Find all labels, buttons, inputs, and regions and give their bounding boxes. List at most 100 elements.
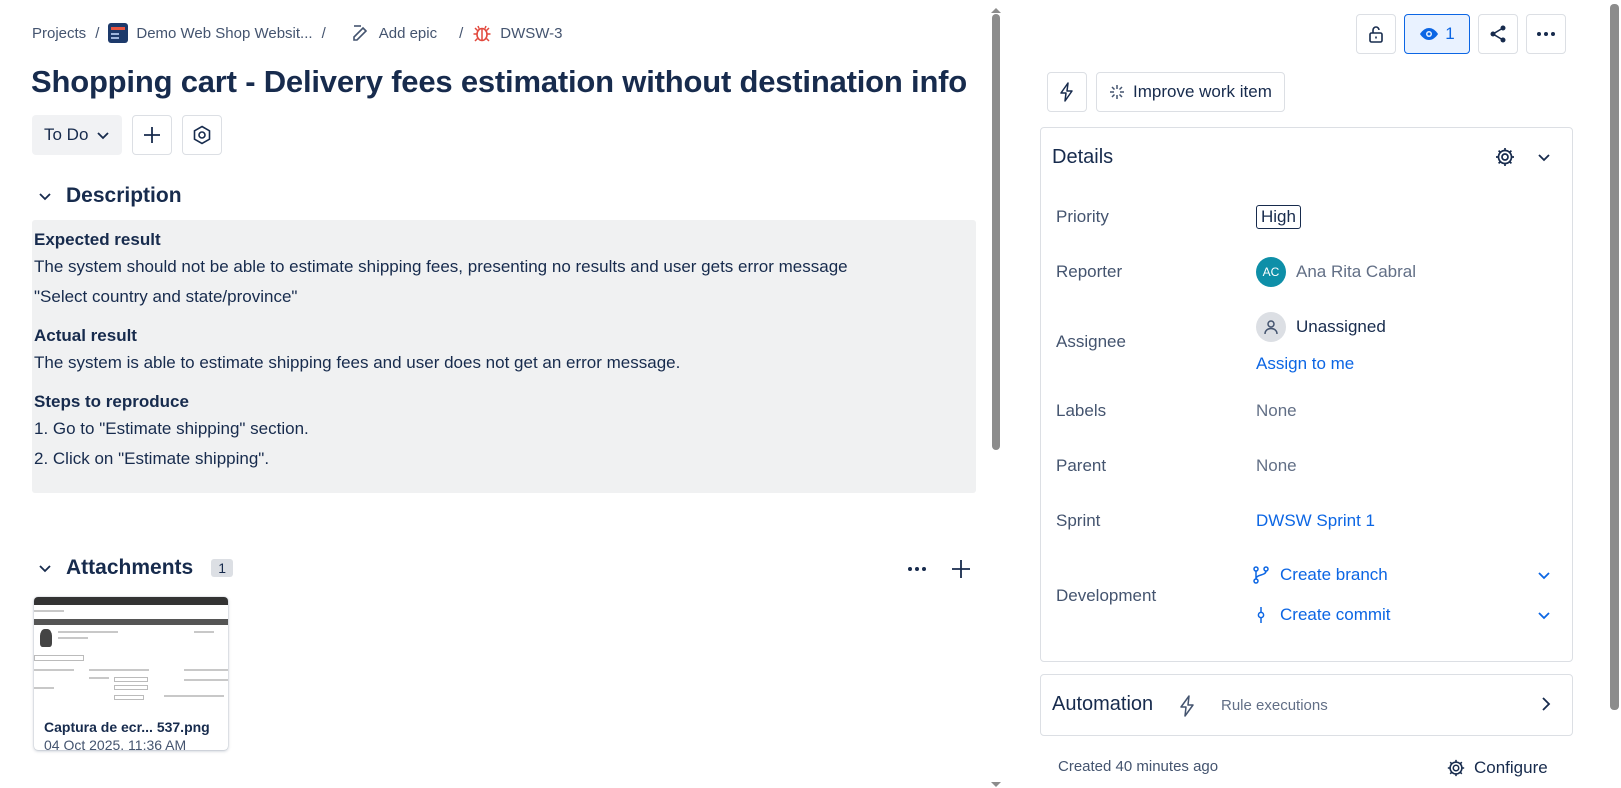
- sprint-link[interactable]: DWSW Sprint 1: [1256, 511, 1375, 531]
- attachment-filename: Captura de ecr... 537.png: [44, 719, 210, 735]
- eye-icon: [1420, 28, 1439, 40]
- apps-button[interactable]: [182, 115, 223, 155]
- page-title: Shopping cart - Delivery fees estimation…: [31, 64, 968, 99]
- chevron-down-icon[interactable]: [1536, 149, 1552, 165]
- details-heading[interactable]: Details: [1052, 146, 1113, 169]
- breadcrumb-project[interactable]: Demo Web Shop Websit...: [108, 23, 313, 43]
- chevron-down-icon: [1538, 612, 1550, 620]
- description-body[interactable]: Expected result The system should not be…: [32, 220, 976, 493]
- automation-button[interactable]: [1047, 72, 1087, 112]
- breadcrumb-issue-key[interactable]: DWSW-3: [472, 23, 563, 43]
- main-scrollbar[interactable]: [990, 8, 1002, 788]
- issue-main-pane: Projects / Demo Web Shop Websit... / Add…: [0, 0, 990, 788]
- automation-heading: Automation: [1052, 693, 1154, 715]
- create-branch-row[interactable]: Create branch: [1252, 565, 1552, 585]
- breadcrumb-separator: /: [321, 24, 326, 42]
- share-button[interactable]: [1478, 14, 1518, 54]
- priority-field[interactable]: High: [1256, 205, 1301, 229]
- gear-icon[interactable]: [1494, 146, 1516, 168]
- actual-result-heading: Actual result: [34, 326, 137, 345]
- more-icon[interactable]: [906, 558, 928, 580]
- step-item: 2. Click on "Estimate shipping".: [34, 449, 270, 468]
- attachment-thumbnail: [34, 597, 228, 709]
- sidebar-scrollbar[interactable]: [1607, 0, 1621, 788]
- branch-icon: [1253, 566, 1269, 584]
- lightning-icon: [1060, 82, 1073, 102]
- lightning-icon: [1180, 695, 1194, 717]
- assign-to-me-link[interactable]: Assign to me: [1256, 354, 1354, 374]
- hexagon-settings-icon: [194, 125, 211, 145]
- add-button[interactable]: [132, 115, 173, 155]
- expected-result-heading: Expected result: [34, 230, 161, 249]
- unlock-icon: [1369, 26, 1383, 43]
- bug-icon: [473, 25, 491, 42]
- share-icon: [1490, 25, 1506, 43]
- chevron-down-icon: [97, 132, 110, 140]
- improve-label: Improve work item: [1133, 82, 1272, 101]
- attachments-tools: [906, 558, 972, 580]
- configure-button[interactable]: Configure: [1446, 758, 1548, 778]
- chevron-right-icon: [1542, 697, 1551, 711]
- watch-button[interactable]: 1: [1404, 14, 1470, 54]
- attachments-count-badge: 1: [211, 559, 233, 577]
- chevron-down-icon: [39, 565, 51, 573]
- assignee-label: Assignee: [1056, 332, 1126, 351]
- more-actions-button[interactable]: [1526, 14, 1566, 54]
- improve-work-item-button[interactable]: Improve work item: [1096, 72, 1285, 112]
- issue-key-label: DWSW-3: [500, 24, 563, 42]
- add-epic-label: Add epic: [378, 24, 438, 42]
- breadcrumb-separator: /: [95, 24, 100, 42]
- attachment-date: 04 Oct 2025, 11:36 AM: [44, 737, 187, 750]
- breadcrumb-project-label: Demo Web Shop Websit...: [136, 24, 313, 42]
- sparkle-icon: [1110, 85, 1124, 99]
- automation-panel[interactable]: Automation Rule executions: [1040, 674, 1573, 736]
- edit-icon: [352, 25, 367, 41]
- actual-result-line: The system is able to estimate shipping …: [34, 353, 681, 372]
- unassigned-avatar-icon: [1256, 312, 1286, 342]
- breadcrumb-separator: /: [459, 24, 464, 42]
- reporter-label: Reporter: [1056, 262, 1123, 281]
- parent-value[interactable]: None: [1256, 456, 1297, 476]
- expected-result-line: "Select country and state/province": [34, 287, 298, 306]
- description-header[interactable]: Description: [38, 184, 182, 208]
- configure-label: Configure: [1474, 758, 1548, 777]
- plus-icon[interactable]: [950, 558, 972, 580]
- created-timestamp: Created 40 minutes ago: [1058, 758, 1219, 775]
- breadcrumb-projects[interactable]: Projects: [32, 25, 86, 42]
- development-label: Development: [1056, 586, 1157, 605]
- attachment-card[interactable]: Captura de ecr... 537.png 04 Oct 2025, 1…: [34, 597, 228, 750]
- breadcrumb: Projects / Demo Web Shop Websit... / Add…: [32, 22, 563, 44]
- status-dropdown[interactable]: To Do: [32, 115, 123, 155]
- add-epic-button[interactable]: Add epic: [351, 23, 437, 43]
- status-label: To Do: [44, 125, 89, 144]
- assignee-field[interactable]: Unassigned: [1256, 312, 1386, 342]
- reporter-name: Ana Rita Cabral: [1296, 262, 1417, 281]
- attachments-header[interactable]: Attachments 1: [38, 556, 233, 580]
- priority-label: Priority: [1056, 207, 1109, 226]
- restrictions-button[interactable]: [1356, 14, 1396, 54]
- watch-count: 1: [1445, 24, 1455, 43]
- sprint-label: Sprint: [1056, 511, 1101, 530]
- gear-icon: [1447, 759, 1465, 777]
- plus-icon: [144, 127, 161, 143]
- issue-top-actions: 1: [1356, 14, 1566, 54]
- steps-heading: Steps to reproduce: [34, 392, 189, 411]
- assignee-value: Unassigned: [1296, 317, 1386, 336]
- create-commit-label: Create commit: [1280, 605, 1391, 624]
- step-item: 1. Go to "Estimate shipping" section.: [34, 419, 309, 438]
- avatar: AC: [1256, 257, 1286, 287]
- parent-label: Parent: [1056, 456, 1107, 475]
- chevron-down-icon: [1538, 572, 1550, 580]
- labels-value[interactable]: None: [1256, 401, 1297, 421]
- chevron-down-icon: [39, 193, 51, 201]
- create-branch-label: Create branch: [1280, 565, 1388, 584]
- issue-actions: To Do: [32, 115, 223, 155]
- attachments-heading: Attachments: [66, 556, 194, 579]
- description-heading: Description: [66, 184, 182, 207]
- labels-label: Labels: [1056, 401, 1107, 420]
- create-commit-row[interactable]: Create commit: [1252, 605, 1552, 625]
- reporter-field[interactable]: AC Ana Rita Cabral: [1256, 257, 1416, 287]
- more-icon: [1537, 32, 1555, 36]
- improve-row: Improve work item: [1047, 72, 1285, 112]
- rule-executions-label: Rule executions: [1221, 697, 1328, 714]
